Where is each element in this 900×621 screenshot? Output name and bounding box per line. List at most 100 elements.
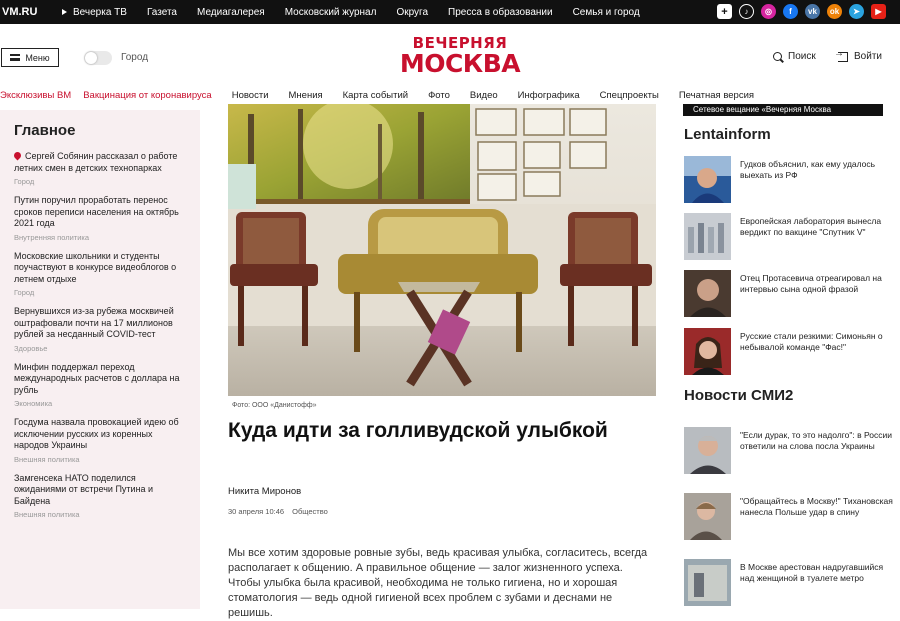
news-thumbnail	[684, 156, 731, 203]
site-logo[interactable]: VM.RU	[0, 6, 62, 18]
news-title[interactable]: Отец Протасевича отреагировал на интервь…	[740, 270, 894, 317]
news-title[interactable]: "Обращайтесь в Москву!" Тихановская нане…	[740, 493, 894, 540]
instagram-icon[interactable]: ◎	[761, 4, 776, 19]
list-item[interactable]: "Обращайтесь в Москву!" Тихановская нане…	[684, 493, 894, 540]
news-thumbnail	[684, 427, 731, 474]
sidebar-title: Главное	[14, 122, 76, 139]
article-body: Мы все хотим здоровые ровные зубы, ведь …	[228, 547, 648, 619]
section-video[interactable]: Видео	[470, 90, 498, 101]
article-rubric[interactable]: Общество	[292, 507, 328, 516]
section-exclusive[interactable]: Эксклюзивы ВМ	[0, 90, 71, 101]
article-author[interactable]: Никита Миронов	[228, 486, 301, 497]
news-title[interactable]: "Если дурак, то это надолго": в России о…	[740, 427, 894, 474]
section-events-map[interactable]: Карта событий	[343, 90, 408, 101]
news-category[interactable]: Город	[14, 177, 186, 186]
list-item[interactable]: "Если дурак, то это надолго": в России о…	[684, 427, 894, 474]
news-title[interactable]: Русские стали резкими: Симоньян о небыва…	[740, 328, 894, 375]
smi2-title: Новости СМИ2	[684, 387, 794, 404]
main-news-sidebar: Главное Сергей Собянин рассказал о работ…	[0, 110, 200, 609]
list-item[interactable]: Госдума назвала провокацией идею об искл…	[14, 417, 186, 464]
section-nav: Эксклюзивы ВМ Вакцинация от коронавируса…	[0, 86, 900, 104]
play-icon	[62, 8, 67, 15]
news-title[interactable]: Сергей Собянин рассказал о работе летних…	[14, 151, 177, 173]
news-thumbnail	[684, 270, 731, 317]
site-header: Меню Город ВЕЧЕРНЯЯ МОСКВА Поиск Войти	[0, 24, 900, 86]
list-item[interactable]: Минфин поддержал переход международных р…	[14, 362, 186, 409]
list-item[interactable]: Отец Протасевича отреагировал на интервь…	[684, 270, 894, 317]
news-title[interactable]: Вернувшихся из-за рубежа москвичей оштра…	[14, 306, 186, 341]
news-thumbnail	[684, 328, 731, 375]
news-thumbnail	[684, 213, 731, 260]
telegram-icon[interactable]: ➤	[849, 4, 864, 19]
top-nav-item-journal[interactable]: Московский журнал	[285, 7, 377, 18]
section-opinions[interactable]: Мнения	[289, 90, 323, 101]
section-infographics[interactable]: Инфографика	[518, 90, 580, 101]
brand-logo[interactable]: ВЕЧЕРНЯЯ МОСКВА	[396, 36, 524, 78]
top-bar: VM.RU Вечерка ТВ Газета Медиагалерея Мос…	[0, 0, 900, 24]
list-item[interactable]: Замгенсека НАТО поделился ожиданиями от …	[14, 473, 186, 520]
news-thumbnail	[684, 493, 731, 540]
ok-icon[interactable]: ok	[827, 4, 842, 19]
city-toggle[interactable]	[84, 51, 112, 65]
section-news[interactable]: Новости	[232, 90, 269, 101]
list-item[interactable]: Гудков объяснил, как ему удалось выехать…	[684, 156, 894, 203]
news-title[interactable]: Европейская лаборатория вынесла вердикт …	[740, 213, 894, 260]
list-item[interactable]: В Москве арестован надругавшийся над жен…	[684, 559, 894, 606]
news-title[interactable]: В Москве арестован надругавшийся над жен…	[740, 559, 894, 606]
news-category[interactable]: Здоровье	[14, 344, 186, 353]
tiktok-icon[interactable]: ♪	[739, 4, 754, 19]
article-date: 30 апреля 10:46	[228, 507, 285, 516]
vk-icon[interactable]: vk	[805, 4, 820, 19]
top-nav-item-newspaper[interactable]: Газета	[147, 7, 177, 18]
login-label: Войти	[854, 51, 882, 62]
search-button[interactable]: Поиск	[773, 51, 816, 62]
news-title[interactable]: Минфин поддержал переход международных р…	[14, 362, 186, 397]
section-vaccination[interactable]: Вакцинация от коронавируса	[83, 90, 212, 101]
youtube-icon[interactable]: ▶	[871, 4, 886, 19]
list-item[interactable]: Московские школьники и студенты поучаств…	[14, 251, 186, 298]
news-category[interactable]: Город	[14, 288, 186, 297]
news-category[interactable]: Внешняя политика	[14, 510, 186, 519]
menu-button[interactable]: Меню	[1, 48, 59, 67]
news-title[interactable]: Путин поручил проработать перенос сроков…	[14, 195, 186, 230]
top-nav-item-press[interactable]: Пресса в образовании	[448, 7, 553, 18]
news-category[interactable]: Внешняя политика	[14, 455, 186, 464]
list-item[interactable]: Вернувшихся из-за рубежа москвичей оштра…	[14, 306, 186, 353]
top-nav-item-family[interactable]: Семья и город	[573, 7, 640, 18]
news-category[interactable]: Внутренняя политика	[14, 233, 186, 242]
location-pin-icon	[12, 150, 23, 161]
section-specprojects[interactable]: Спецпроекты	[600, 90, 659, 101]
login-button[interactable]: Войти	[834, 48, 882, 63]
list-item[interactable]: Русские стали резкими: Симоньян о небыва…	[684, 328, 894, 375]
menu-label: Меню	[25, 52, 50, 63]
news-title[interactable]: Госдума назвала провокацией идею об искл…	[14, 417, 186, 452]
top-nav-item-districts[interactable]: Округа	[396, 7, 428, 18]
list-item[interactable]: Сергей Собянин рассказал о работе летних…	[12, 150, 186, 186]
article-meta: 30 апреля 10:46 Общество	[228, 507, 334, 516]
top-nav-item-media[interactable]: Медиагалерея	[197, 7, 265, 18]
news-title[interactable]: Гудков объяснил, как ему удалось выехать…	[740, 156, 894, 203]
plus-icon[interactable]: +	[717, 4, 732, 19]
section-photo[interactable]: Фото	[428, 90, 450, 101]
top-nav-item-tv[interactable]: Вечерка ТВ	[62, 7, 127, 18]
city-toggle-label: Город	[121, 52, 149, 63]
section-print[interactable]: Печатная версия	[679, 90, 754, 101]
photo-caption: Фото: ООО «Данистофф»	[232, 402, 317, 409]
waiting-room-illustration	[228, 104, 656, 396]
network-broadcast-strip[interactable]: Сетевое вещание «Вечерняя Москва	[683, 104, 883, 116]
search-icon	[773, 52, 782, 61]
lentainform-title: Lentainform	[684, 126, 771, 143]
list-item[interactable]: Путин поручил проработать перенос сроков…	[14, 195, 186, 242]
news-title[interactable]: Московские школьники и студенты поучаств…	[14, 251, 186, 286]
news-title[interactable]: Замгенсека НАТО поделился ожиданиями от …	[14, 473, 186, 508]
list-item[interactable]: Европейская лаборатория вынесла вердикт …	[684, 213, 894, 260]
login-icon	[834, 48, 848, 62]
top-nav: Вечерка ТВ Газета Медиагалерея Московски…	[62, 7, 660, 18]
brand-line-2: МОСКВА	[399, 49, 521, 78]
search-label: Поиск	[788, 51, 816, 62]
news-thumbnail	[684, 559, 731, 606]
hamburger-icon	[10, 54, 21, 61]
news-category[interactable]: Экономика	[14, 399, 186, 408]
facebook-icon[interactable]: f	[783, 4, 798, 19]
article-photo	[228, 104, 656, 396]
